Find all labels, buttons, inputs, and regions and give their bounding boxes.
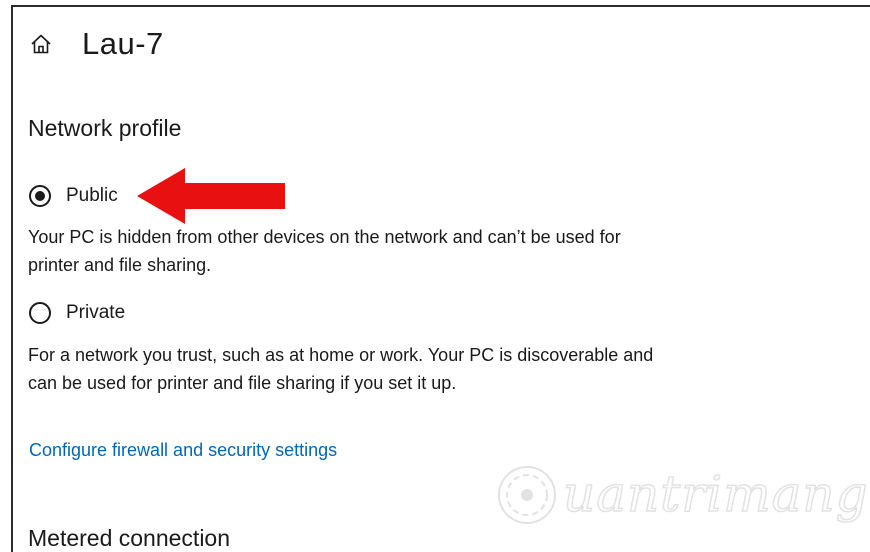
red-arrow-annotation — [137, 168, 285, 224]
public-description: Your PC is hidden from other devices on … — [28, 227, 621, 275]
radio-selected-dot — [35, 191, 45, 201]
watermark-text: uantrimang — [562, 464, 869, 524]
private-radio-button[interactable] — [29, 302, 51, 324]
metered-connection-heading: Metered connection — [28, 525, 231, 551]
private-radio-label: Private — [66, 302, 126, 323]
configure-firewall-link[interactable]: Configure firewall and security settings — [29, 440, 337, 461]
window-border-top — [11, 5, 870, 7]
public-radio-option[interactable]: Public — [29, 185, 118, 207]
home-icon[interactable] — [30, 33, 52, 55]
page-title: Lau-7 — [82, 26, 164, 61]
private-radio-option[interactable]: Private — [29, 302, 125, 324]
private-description: For a network you trust, such as at home… — [28, 345, 654, 393]
window-border-left — [11, 5, 13, 552]
public-radio-label: Public — [66, 185, 118, 206]
page-header: Lau-7 — [30, 22, 164, 66]
watermark: uantrimang — [495, 455, 868, 535]
public-radio-button[interactable] — [29, 185, 51, 207]
watermark-logo-icon — [498, 466, 556, 524]
network-profile-heading: Network profile — [28, 115, 182, 141]
